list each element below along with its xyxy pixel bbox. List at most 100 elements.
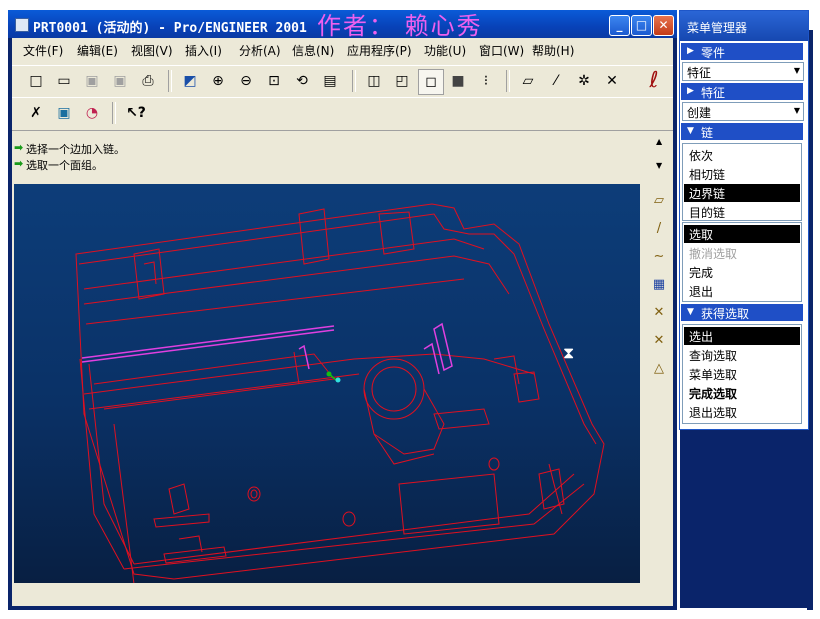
desktop-background [680, 428, 808, 608]
expand-arrow-icon: ▶ [687, 86, 694, 96]
close-button[interactable]: ✕ [653, 15, 674, 36]
chain-option-item[interactable]: 边界链 [684, 184, 800, 202]
message-arrow-icon: ➡ [14, 157, 24, 170]
chain-option-item[interactable]: 相切链 [684, 165, 800, 183]
main-window: PRT0001 (活动的) - Pro/ENGINEER 2001 作者： 赖心… [8, 10, 677, 610]
orient-icon[interactable]: ⟲ [290, 69, 314, 93]
get-select-item[interactable]: 退出选取 [684, 403, 800, 421]
zoom-out-icon[interactable]: ⊖ [234, 69, 258, 93]
hidden-line-icon[interactable]: ◰ [390, 69, 414, 93]
message-line: 选取一个面组。 [26, 159, 103, 172]
chain-option-item[interactable]: 目的链 [684, 203, 800, 221]
secondary-toolbar: ✗ ▣ ◔ ↖? [12, 97, 673, 128]
wireframe-icon[interactable]: ◫ [362, 69, 386, 93]
dropdown-arrow-icon: ▼ [793, 106, 800, 115]
menu-help[interactable]: 帮助(H) [532, 42, 574, 59]
get-select-item[interactable]: 选出 [684, 327, 800, 345]
menu-analysis[interactable]: 分析(A) [239, 42, 281, 59]
title-bar[interactable]: PRT0001 (活动的) - Pro/ENGINEER 2001 作者： 赖心… [8, 10, 677, 40]
refit-icon[interactable]: ⊡ [262, 69, 286, 93]
message-arrow-icon: ➡ [14, 141, 24, 154]
chain-header[interactable]: ▼ 链 [681, 123, 803, 140]
get-select-list: 选出 查询选取 菜单选取 完成选取 退出选取 [682, 324, 802, 424]
chain-action-item[interactable]: 完成 [684, 263, 800, 281]
app-icon [15, 18, 29, 32]
menu-manager: 菜单管理器 ▶ 零件 特征 ▼ ▶ 特征 创建 ▼ ▼ 链 依次 相切链 边界链… [679, 10, 809, 430]
toolbar-separator [168, 70, 172, 92]
scroll-down-icon[interactable]: ▼ [656, 161, 662, 170]
menu-utilities[interactable]: 功能(U) [424, 42, 466, 59]
save-icon[interactable]: ▣ [80, 69, 104, 93]
coord-sys-icon[interactable]: ✕ [600, 69, 624, 93]
scroll-up-icon[interactable]: ▲ [656, 137, 662, 146]
hourglass-cursor-icon: ⧗ [563, 343, 575, 362]
restore-button[interactable]: □ [631, 15, 652, 36]
menu-manager-title-bar[interactable]: 菜单管理器 [680, 11, 808, 41]
menu-insert[interactable]: 插入(I) [185, 42, 222, 59]
dropdown-arrow-icon: ▼ [793, 66, 800, 75]
menu-window[interactable]: 窗口(W) [479, 42, 524, 59]
datum-curve-tool-icon[interactable]: ∼ [648, 246, 670, 268]
get-select-header[interactable]: ▼ 获得选取 [681, 304, 803, 321]
chain-option-item[interactable]: 依次 [684, 146, 800, 164]
datum-points-icon[interactable]: ✲ [572, 69, 596, 93]
toolbar-separator [506, 70, 510, 92]
menu-file[interactable]: 文件(F) [23, 42, 63, 59]
graphics-window[interactable] [14, 184, 640, 583]
part-header[interactable]: ▶ 零件 [681, 43, 803, 60]
saved-views-icon[interactable]: ▤ [318, 69, 342, 93]
minimize-button[interactable]: _ [609, 15, 630, 36]
zoom-in-icon[interactable]: ⊕ [206, 69, 230, 93]
toolbar-separator [112, 102, 116, 124]
feature-dropdown[interactable]: 创建 ▼ [682, 102, 804, 121]
shading-icon[interactable]: ■ [446, 69, 470, 93]
menu-applications[interactable]: 应用程序(P) [347, 42, 412, 59]
spin-center-icon[interactable]: ◔ [80, 101, 104, 125]
menu-edit[interactable]: 编辑(E) [77, 42, 118, 59]
client-area: 文件(F) 编辑(E) 视图(V) 插入(I) 分析(A) 信息(N) 应用程序… [12, 38, 673, 606]
get-select-item[interactable]: 菜单选取 [684, 365, 800, 383]
coord-sys-tool-icon[interactable]: ✕ [648, 302, 670, 324]
menu-view[interactable]: 视图(V) [131, 42, 173, 59]
part-dropdown[interactable]: 特征 ▼ [682, 62, 804, 81]
get-select-item[interactable]: 查询选取 [684, 346, 800, 364]
datum-toolbar: ▱ / ∼ ▦ ✕ ✕ △ [644, 188, 673, 448]
datum-point-tool-icon[interactable]: ▦ [648, 274, 670, 296]
open-folder-icon[interactable]: ▭ [52, 69, 76, 93]
message-line: 选择一个边加入链。 [26, 143, 125, 156]
datum-axis-tool-icon[interactable]: / [648, 218, 670, 240]
smart-select-icon[interactable]: ▣ [52, 101, 76, 125]
no-hidden-icon[interactable]: ◻ [418, 69, 444, 95]
model-tree-icon[interactable]: ⁝ [474, 69, 498, 93]
chain-option-list: 依次 相切链 边界链 目的链 [682, 143, 802, 221]
menu-manager-title: 菜单管理器 [687, 21, 748, 35]
select-tool-icon[interactable]: ✗ [24, 101, 48, 125]
datum-planes-icon[interactable]: ▱ [516, 69, 540, 93]
offset-point-tool-icon[interactable]: ✕ [648, 330, 670, 352]
analysis-tool-icon[interactable]: △ [648, 358, 670, 380]
chain-action-item[interactable]: 选取 [684, 225, 800, 243]
menu-info[interactable]: 信息(N) [292, 42, 334, 59]
menu-bar: 文件(F) 编辑(E) 视图(V) 插入(I) 分析(A) 信息(N) 应用程序… [12, 38, 673, 60]
get-select-item[interactable]: 完成选取 [684, 384, 800, 402]
context-help-logo-icon[interactable]: ℓ [642, 69, 666, 93]
save-copy-icon[interactable]: ▣ [108, 69, 132, 93]
chain-action-item[interactable]: 退出 [684, 282, 800, 300]
whats-this-icon[interactable]: ↖? [124, 101, 148, 125]
model-wireframe[interactable] [14, 184, 640, 583]
datum-plane-tool-icon[interactable]: ▱ [648, 190, 670, 212]
window-title: PRT0001 (活动的) - Pro/ENGINEER 2001 [33, 21, 307, 36]
author-watermark: 作者： 赖心秀 [317, 12, 483, 40]
collapse-arrow-icon: ▼ [687, 307, 694, 317]
feature-header[interactable]: ▶ 特征 [681, 83, 803, 100]
collapse-arrow-icon: ▼ [687, 126, 694, 136]
chain-action-list: 选取 撤消选取 完成 退出 [682, 222, 802, 302]
main-toolbar: □ ▭ ▣ ▣ ⎙ ◩ ⊕ ⊖ ⊡ ⟲ ▤ ◫ ◰ ◻ ■ ⁝ ▱ ⁄ ✲ ✕ … [12, 65, 673, 96]
repaint-icon[interactable]: ◩ [178, 69, 202, 93]
chain-action-item: 撤消选取 [689, 247, 738, 261]
datum-axes-icon[interactable]: ⁄ [544, 69, 568, 93]
new-file-icon[interactable]: □ [24, 69, 48, 93]
print-icon[interactable]: ⎙ [136, 69, 160, 93]
expand-arrow-icon: ▶ [687, 46, 694, 56]
toolbar-separator [352, 70, 356, 92]
